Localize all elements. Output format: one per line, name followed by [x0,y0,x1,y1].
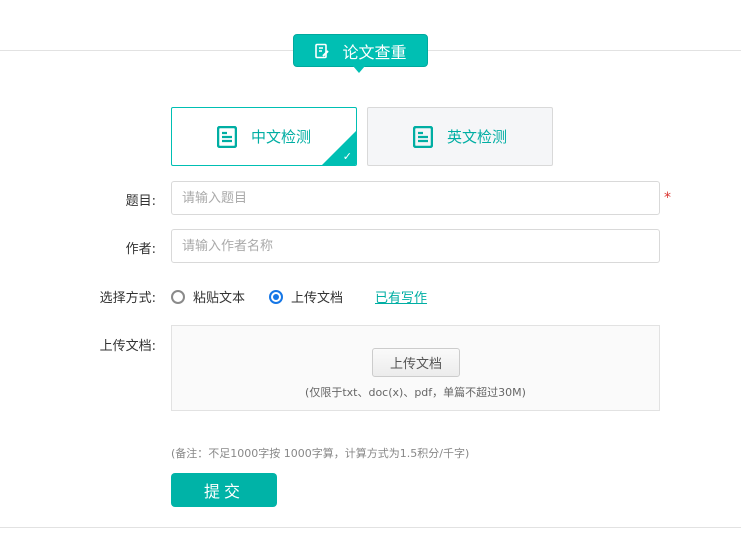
page-title-badge: 论文查重 [293,34,428,73]
upload-hint: (仅限于txt、doc(x)、pdf，单篇不超过30M) [305,386,526,399]
title-label: 题目: [125,194,156,209]
radio-circle[interactable] [269,289,283,304]
tab-chinese-check[interactable]: 中文检测 ✓ [171,107,357,166]
method-label: 选择方式: [99,291,156,306]
check-icon: ✓ [342,150,352,163]
radio-label: 粘贴文本 [193,291,246,306]
document-icon [412,125,433,148]
radio-circle[interactable] [171,289,185,304]
pricing-note: (备注：不足1000字按 1000字算，计算方式为1.5积分/千字) [171,447,470,460]
author-label: 作者: [125,242,156,257]
upload-area[interactable]: 上传文档 (仅限于txt、doc(x)、pdf，单篇不超过30M) [171,325,660,411]
title-input[interactable] [171,181,660,215]
tab-label: 英文检测 [446,128,507,146]
page-title: 论文查重 [342,42,407,62]
bottom-divider [0,527,741,528]
upload-document-button[interactable]: 上传文档 [372,348,460,377]
edit-document-icon [315,43,330,58]
required-mark: * [664,190,671,206]
document-icon [216,125,237,148]
radio-label: 上传文档 [291,291,344,306]
existing-writing-link[interactable]: 已有写作 [375,287,427,306]
tab-english-check[interactable]: 英文检测 [367,107,553,166]
radio-upload-document[interactable]: 上传文档 [269,287,343,306]
radio-paste-text[interactable]: 粘贴文本 [171,287,245,306]
upload-label: 上传文档: [99,339,156,354]
submit-button[interactable]: 提交 [171,473,277,507]
tab-label: 中文检测 [250,128,311,146]
author-input[interactable] [171,229,660,263]
